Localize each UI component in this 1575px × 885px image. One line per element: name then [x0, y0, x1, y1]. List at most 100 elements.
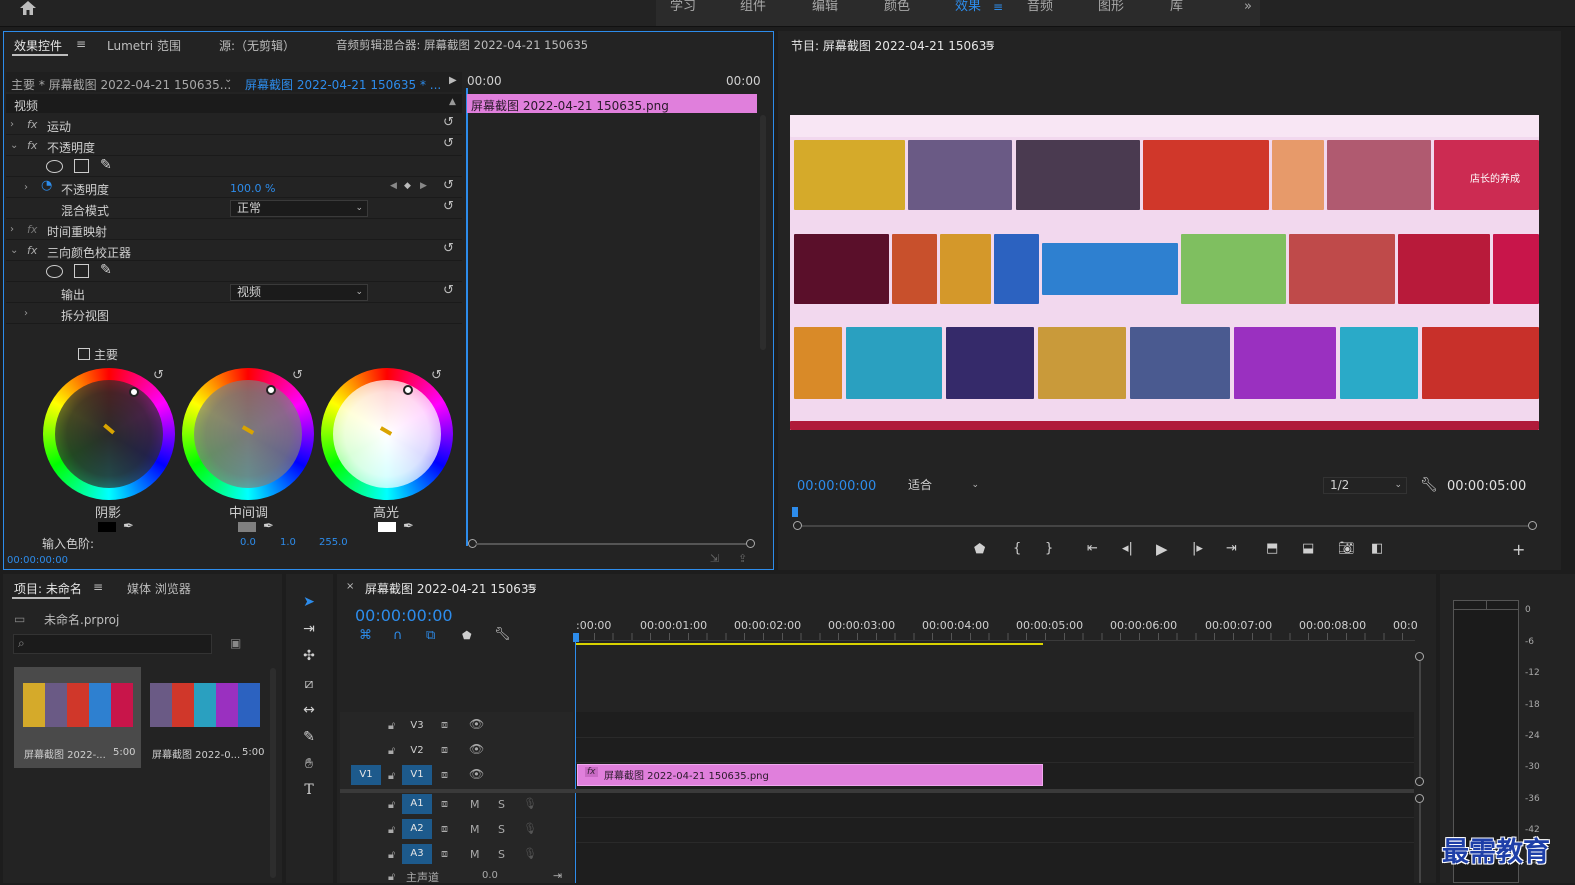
av-divider[interactable]	[340, 789, 1414, 793]
mute-button[interactable]: M	[470, 823, 480, 836]
fit-select[interactable]: 适合 ⌄	[901, 477, 984, 494]
prev-keyframe-icon[interactable]: ◀	[390, 181, 397, 191]
razor-tool-icon[interactable]: ⧄	[299, 676, 319, 696]
snap-icon[interactable]: ∩	[393, 628, 403, 643]
eye-icon[interactable]: 👁︎	[469, 717, 484, 731]
mark-in-icon[interactable]: {	[1013, 541, 1021, 556]
expand-caret-icon[interactable]: ›	[24, 308, 28, 319]
rectangle-mask-icon[interactable]	[74, 264, 89, 278]
extract-icon[interactable]: ⬓	[1302, 541, 1314, 556]
tab-effect-controls[interactable]: 效果控件	[14, 37, 62, 54]
add-button-icon[interactable]: +	[1512, 540, 1525, 559]
track-v1-label[interactable]: V1	[402, 765, 432, 785]
selection-tool-icon[interactable]: ➤	[299, 594, 319, 614]
input-level-white[interactable]: 255.0	[319, 537, 348, 548]
go-to-in-icon[interactable]: ⇤	[1087, 541, 1098, 556]
midtone-wheel-handle[interactable]	[266, 385, 276, 395]
microphone-icon[interactable]: 🎙︎	[523, 847, 537, 860]
opacity-value[interactable]: 100.0 %	[230, 182, 275, 195]
hand-tool-icon[interactable]: ✋︎	[299, 756, 319, 776]
vertical-scrollbar[interactable]	[1419, 661, 1421, 777]
audio-vertical-scrollbar[interactable]	[1419, 803, 1421, 883]
fx-badge-icon[interactable]: fx	[27, 139, 37, 152]
add-keyframe-icon[interactable]: ◆	[404, 181, 411, 191]
project-scrollbar[interactable]	[270, 668, 276, 878]
timeline-timecode[interactable]: 00:00:00:00	[355, 606, 453, 625]
workspace-color[interactable]: 颜色	[884, 0, 910, 22]
tab-media-browser[interactable]: 媒体 浏览器	[127, 580, 191, 597]
reset-icon[interactable]: ↺	[443, 241, 454, 256]
share-icon[interactable]: ⇪	[738, 552, 747, 565]
reset-icon[interactable]: ↺	[443, 136, 454, 151]
time-ruler[interactable]	[575, 633, 1415, 641]
expand-caret-icon[interactable]: ›	[10, 119, 14, 130]
reset-icon[interactable]: ↺	[431, 368, 442, 383]
add-marker-icon[interactable]: ⬟	[462, 629, 472, 642]
workspace-assembly[interactable]: 组件	[740, 0, 766, 22]
output-select[interactable]: 视频 ⌄	[230, 284, 368, 301]
master-track-value[interactable]: 0.0	[482, 870, 498, 881]
tab-source[interactable]: 源:（无剪辑）	[219, 37, 295, 54]
clip-dropdown-icon[interactable]: ⌄	[224, 74, 232, 85]
workspace-graphics[interactable]: 图形	[1098, 0, 1124, 22]
expand-caret-icon[interactable]: ›	[10, 224, 14, 235]
play-icon[interactable]: ▶	[1156, 540, 1168, 558]
eyedropper-icon[interactable]: ✒	[123, 519, 134, 534]
lift-icon[interactable]: ⬒	[1266, 541, 1278, 556]
lock-icon[interactable]: 🔓︎	[388, 744, 395, 758]
eyedropper-icon[interactable]: ✒	[263, 519, 274, 534]
main-checkbox[interactable]	[78, 348, 90, 360]
panel-menu-icon[interactable]: ≡	[76, 37, 86, 51]
track-a3-label[interactable]: A3	[402, 844, 432, 864]
lock-icon[interactable]: 🔓︎	[388, 719, 395, 733]
mark-out-icon[interactable]: }	[1045, 541, 1053, 556]
step-forward-icon[interactable]: |▸	[1192, 541, 1203, 556]
workspace-audio[interactable]: 音频	[1027, 0, 1053, 22]
sync-lock-icon[interactable]: ⧈	[441, 822, 448, 836]
sync-lock-icon[interactable]: ⧈	[441, 768, 448, 782]
program-monitor-title[interactable]: 节目: 屏幕截图 2022-04-21 150635	[791, 37, 994, 54]
program-video-frame[interactable]: 店长的养成	[790, 115, 1539, 430]
effect-timecode[interactable]: 00:00:00:00	[7, 555, 68, 566]
play-only-clip-icon[interactable]: ▶	[449, 75, 457, 86]
microphone-icon[interactable]: 🎙︎	[523, 797, 537, 810]
workspace-effects[interactable]: 效果	[955, 0, 981, 22]
panel-menu-icon[interactable]: ≡	[93, 580, 103, 594]
new-bin-icon[interactable]: ▣	[230, 636, 241, 650]
effect-scrollbar[interactable]	[760, 115, 766, 350]
more-workspaces-icon[interactable]: »	[1244, 0, 1252, 22]
work-area-bar[interactable]	[575, 643, 1043, 645]
step-back-icon[interactable]: ◂|	[1122, 541, 1133, 556]
slip-tool-icon[interactable]: ↔	[299, 702, 319, 722]
ellipse-mask-icon[interactable]	[46, 160, 63, 173]
mute-button[interactable]: M	[470, 848, 480, 861]
lock-icon[interactable]: 🔓︎	[388, 769, 395, 783]
solo-button[interactable]: S	[498, 848, 505, 861]
lock-icon[interactable]: 🔓︎	[388, 798, 395, 812]
home-icon[interactable]	[18, 0, 38, 16]
workspace-menu-icon[interactable]: ≡	[993, 0, 1003, 22]
input-level-gamma[interactable]: 1.0	[280, 537, 296, 548]
eye-icon[interactable]: 👁︎	[469, 767, 484, 781]
fx-badge-icon[interactable]: fx	[585, 767, 598, 777]
type-tool-icon[interactable]: T	[299, 782, 319, 802]
panel-menu-icon[interactable]: ≡	[527, 580, 537, 594]
tab-lumetri-scopes[interactable]: Lumetri 范围	[107, 37, 181, 54]
highlight-wheel-handle[interactable]	[403, 385, 413, 395]
effect-zoom-scrollbar[interactable]	[468, 539, 755, 549]
lock-icon[interactable]: 🔓︎	[388, 823, 395, 837]
expand-caret-icon[interactable]: ›	[24, 182, 28, 193]
highlight-swatch[interactable]	[378, 522, 396, 532]
panel-menu-icon[interactable]: ≡	[985, 37, 995, 51]
reset-icon[interactable]: ↺	[443, 199, 454, 214]
next-keyframe-icon[interactable]: ▶	[420, 181, 427, 191]
vertical-zoom-handle[interactable]	[1415, 777, 1424, 786]
reset-icon[interactable]: ↺	[443, 178, 454, 193]
playhead-line[interactable]	[466, 88, 468, 546]
playhead[interactable]	[573, 633, 579, 642]
ripple-edit-tool-icon[interactable]: ✣	[299, 648, 319, 668]
sync-lock-icon[interactable]: ⧈	[441, 743, 448, 757]
comparison-view-icon[interactable]: ◧	[1371, 541, 1383, 556]
solo-button[interactable]: S	[498, 823, 505, 836]
marker-icon[interactable]: ⬟	[974, 542, 985, 557]
